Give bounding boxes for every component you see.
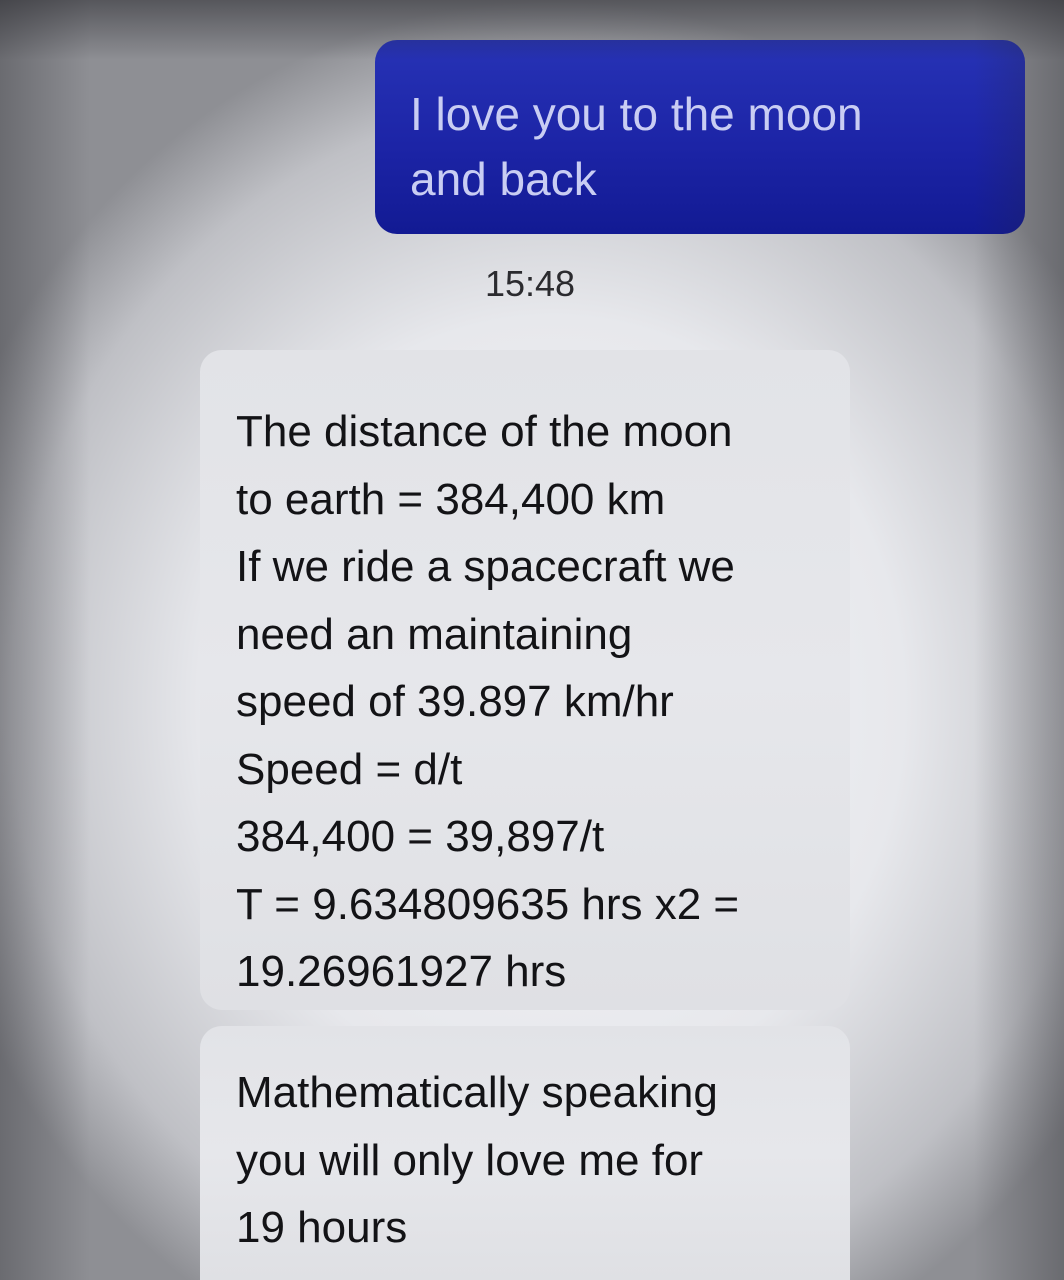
incoming-message-bubble[interactable]: The distance of the moon to earth = 384,… [200,350,850,1010]
message-line: 19 hours [236,1203,408,1252]
message-line: 384,400 = 39,897/t [236,812,605,861]
message-line: I love you to the moon [410,88,863,140]
message-line: T = 9.634809635 hrs x2 = [236,879,740,929]
message-line: you will only love me for [236,1135,704,1185]
message-timestamp: 15:48 [484,263,576,304]
message-line: Mathematically speaking [236,1068,718,1117]
message-line: 19.26961927 hrs [236,947,567,996]
message-line: Speed = d/t [236,744,463,794]
message-line: need an maintaining [236,609,633,659]
message-line: and back [410,153,597,205]
message-line: to earth = 384,400 km [236,474,666,524]
incoming-message-bubble[interactable]: Mathematically speaking you will only lo… [200,1026,850,1280]
message-line: The distance of the moon [236,407,733,456]
outgoing-message-bubble[interactable]: I love you to the moon and back [375,40,1025,234]
message-line: speed of 39.897 km/hr [236,677,674,726]
message-thread: I love you to the moon and back 15:48 Th… [0,0,1064,1280]
message-line: If we ride a spacecraft we [236,542,735,591]
